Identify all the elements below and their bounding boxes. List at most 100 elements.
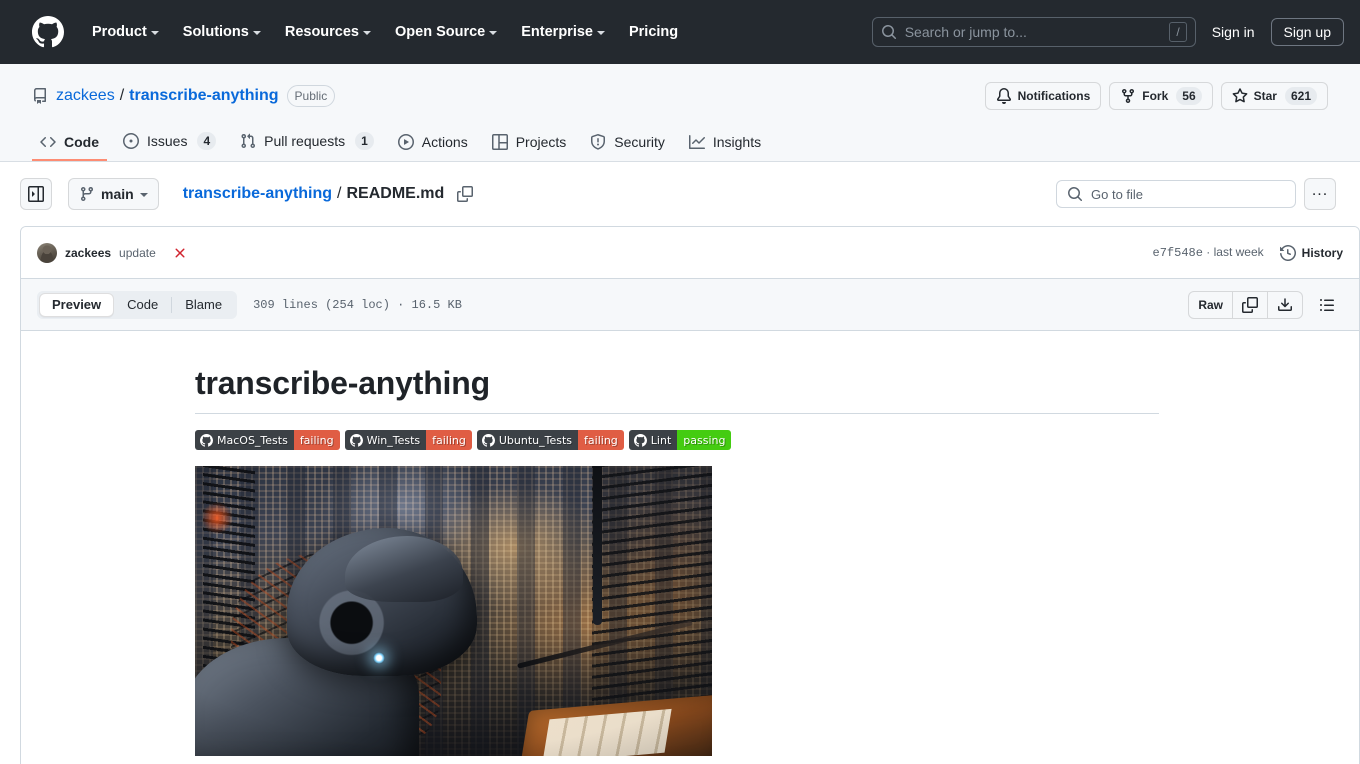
history-clock-icon bbox=[1279, 244, 1296, 261]
global-nav: Product Solutions Resources Open Source … bbox=[80, 16, 690, 48]
repo-separator: / bbox=[119, 87, 125, 104]
outline-list-icon bbox=[1320, 298, 1334, 311]
github-logo-icon[interactable] bbox=[32, 15, 64, 48]
history-label: History bbox=[1301, 245, 1343, 260]
nav-item-resources[interactable]: Resources bbox=[273, 16, 383, 48]
github-logo-icon bbox=[349, 433, 363, 447]
ci-badges: MacOS_Tests failing Win_Tests failing Ub… bbox=[195, 430, 1159, 450]
more-options-button[interactable]: ... bbox=[1304, 178, 1336, 210]
toolbar-right-group: Go to file ... bbox=[1056, 178, 1336, 210]
search-icon bbox=[881, 24, 896, 39]
tab-code[interactable]: Code bbox=[32, 126, 107, 161]
commit-author[interactable]: zackees bbox=[65, 246, 111, 260]
tab-label: Pull requests bbox=[264, 133, 346, 149]
repository-title: zackees / transcribe-anything bbox=[56, 87, 279, 105]
nav-label: Resources bbox=[284, 23, 359, 40]
search-input[interactable]: Search or jump to... / bbox=[871, 16, 1196, 47]
badge-label: Ubuntu_Tests bbox=[476, 430, 579, 450]
chevron-down-icon bbox=[489, 30, 498, 35]
repository-header: zackees / transcribe-anything Public Not… bbox=[0, 64, 1360, 162]
star-icon bbox=[1232, 88, 1248, 103]
tab-insights[interactable]: Insights bbox=[681, 126, 769, 161]
search-placeholder: Search or jump to... bbox=[904, 23, 1027, 40]
main-content: main transcribe-anything / README.md Go … bbox=[0, 162, 1360, 764]
tab-actions[interactable]: Actions bbox=[390, 126, 476, 161]
sidebar-expand-icon bbox=[28, 186, 44, 202]
tab-pull-requests[interactable]: Pull requests 1 bbox=[232, 124, 382, 161]
nav-label: Open Source bbox=[395, 23, 486, 40]
view-blame[interactable]: Blame bbox=[172, 293, 235, 317]
badge-label: MacOS_Tests bbox=[195, 430, 294, 450]
nav-item-open-source[interactable]: Open Source bbox=[383, 16, 509, 48]
breadcrumb-repo-link[interactable]: transcribe-anything bbox=[183, 185, 332, 203]
sidebar-toggle-button[interactable] bbox=[20, 178, 52, 210]
branch-selector[interactable]: main bbox=[68, 178, 159, 210]
copy-path-icon[interactable] bbox=[457, 186, 474, 202]
badge-ubuntu-tests[interactable]: Ubuntu_Tests failing bbox=[476, 430, 624, 450]
sign-in-link[interactable]: Sign in bbox=[1212, 24, 1255, 40]
file-actions-group: Raw bbox=[1188, 289, 1343, 321]
nav-label: Enterprise bbox=[521, 23, 593, 40]
badge-status: failing bbox=[578, 430, 624, 450]
fork-label: Fork bbox=[1142, 89, 1169, 103]
copy-raw-button[interactable] bbox=[1232, 291, 1267, 318]
tab-label: Security bbox=[614, 134, 665, 150]
play-icon bbox=[397, 134, 414, 150]
sign-up-button[interactable]: Sign up bbox=[1270, 17, 1344, 46]
fork-button[interactable]: Fork 56 bbox=[1109, 82, 1213, 110]
raw-button[interactable]: Raw bbox=[1189, 292, 1232, 318]
graph-icon bbox=[688, 135, 705, 149]
avatar[interactable] bbox=[37, 242, 57, 263]
issue-opened-icon bbox=[123, 133, 139, 149]
commit-meta-group: e7f548e · last week History bbox=[1153, 244, 1343, 261]
search-shortcut-badge: / bbox=[1169, 21, 1187, 42]
repo-icon bbox=[34, 88, 46, 104]
badge-win-tests[interactable]: Win_Tests failing bbox=[344, 430, 472, 450]
notifications-button[interactable]: Notifications bbox=[984, 82, 1102, 110]
star-button[interactable]: Star 621 bbox=[1220, 82, 1328, 110]
file-view-toolbar: Preview Code Blame 309 lines (254 loc) ·… bbox=[21, 279, 1359, 331]
issues-count: 4 bbox=[197, 132, 217, 150]
readme-hero-image bbox=[195, 466, 712, 756]
github-logo-icon bbox=[481, 433, 495, 447]
star-count: 621 bbox=[1284, 87, 1317, 105]
tab-label: Actions bbox=[421, 134, 468, 150]
commit-sha[interactable]: e7f548e bbox=[1153, 246, 1203, 260]
repo-name-link[interactable]: transcribe-anything bbox=[129, 87, 278, 105]
nav-item-enterprise[interactable]: Enterprise bbox=[509, 16, 617, 48]
latest-commit-row: zackees update e7f548e · last week Histo… bbox=[21, 227, 1359, 279]
nav-item-product[interactable]: Product bbox=[80, 16, 171, 48]
badge-status: failing bbox=[426, 430, 472, 450]
nav-item-solutions[interactable]: Solutions bbox=[171, 16, 273, 48]
badge-lint[interactable]: Lint passing bbox=[628, 430, 732, 450]
breadcrumb-separator: / bbox=[337, 185, 342, 202]
badge-macos-tests[interactable]: MacOS_Tests failing bbox=[195, 430, 340, 450]
commit-status-failed-x-icon[interactable] bbox=[172, 245, 188, 261]
tab-security[interactable]: Security bbox=[582, 126, 673, 161]
commit-message[interactable]: update bbox=[119, 246, 156, 260]
outline-button[interactable] bbox=[1311, 289, 1343, 321]
chevron-down-icon bbox=[150, 30, 159, 35]
go-to-file-input[interactable]: Go to file bbox=[1056, 180, 1296, 208]
tab-projects[interactable]: Projects bbox=[484, 126, 575, 161]
badge-label: Lint bbox=[628, 430, 678, 450]
tab-label: Issues bbox=[147, 133, 188, 149]
history-link[interactable]: History bbox=[1279, 244, 1343, 261]
tab-issues[interactable]: Issues 4 bbox=[115, 124, 224, 161]
code-icon bbox=[40, 136, 56, 148]
commit-meta: e7f548e · last week bbox=[1153, 245, 1264, 260]
badge-status: passing bbox=[677, 430, 732, 450]
view-code[interactable]: Code bbox=[114, 293, 171, 317]
nav-item-pricing[interactable]: Pricing bbox=[617, 16, 690, 48]
git-branch-icon bbox=[80, 187, 93, 202]
readme-title: transcribe-anything bbox=[195, 363, 1159, 414]
badge-label: Win_Tests bbox=[344, 430, 427, 450]
download-button[interactable] bbox=[1267, 291, 1302, 318]
x-icon bbox=[175, 247, 185, 258]
view-preview[interactable]: Preview bbox=[39, 292, 115, 317]
breadcrumb-file-name: README.md bbox=[346, 185, 445, 202]
commit-meta-separator: · bbox=[1206, 245, 1211, 259]
file-metadata: 309 lines (254 loc) · 16.5 KB bbox=[253, 297, 462, 312]
go-to-file-placeholder: Go to file bbox=[1091, 186, 1144, 202]
repo-owner-link[interactable]: zackees bbox=[56, 87, 115, 105]
